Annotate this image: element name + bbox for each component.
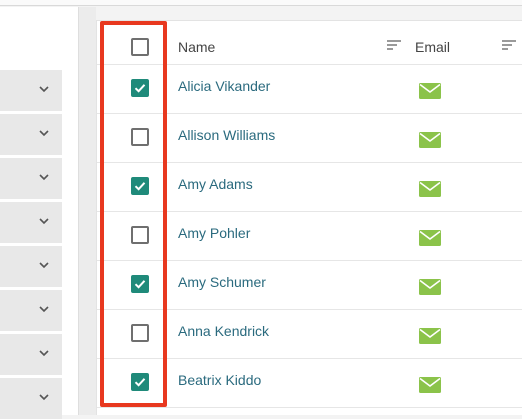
table-row[interactable]: Alicia Vikander: [97, 65, 522, 114]
contact-name-link[interactable]: Allison Williams: [178, 127, 275, 143]
chevron-down-icon: [39, 218, 49, 225]
mail-icon[interactable]: [419, 181, 441, 197]
table-row[interactable]: Amy Schumer: [97, 261, 522, 310]
chevron-down-icon: [39, 262, 49, 269]
table-row[interactable]: Beatrix Kiddo: [97, 359, 522, 408]
select-all-checkbox[interactable]: [131, 38, 149, 56]
row-checkbox[interactable]: [131, 177, 149, 195]
column-header-name[interactable]: Name: [178, 39, 215, 55]
row-checkbox[interactable]: [131, 373, 149, 391]
table-row[interactable]: Amy Adams: [97, 163, 522, 212]
chevron-down-icon: [39, 394, 49, 401]
contact-name-link[interactable]: Alicia Vikander: [178, 78, 270, 94]
check-icon: [134, 378, 146, 387]
contact-name-link[interactable]: Amy Adams: [178, 176, 253, 192]
mail-icon[interactable]: [419, 230, 441, 246]
table-header-row: Name Email: [97, 21, 522, 65]
contact-name-link[interactable]: Beatrix Kiddo: [178, 372, 261, 388]
filter-dropdown[interactable]: [0, 246, 62, 287]
contacts-table: Name Email Alicia Vikander Allison Willia…: [96, 20, 522, 415]
mail-icon[interactable]: [419, 83, 441, 99]
row-checkbox[interactable]: [131, 226, 149, 244]
filter-panel: [0, 7, 78, 419]
sort-icon[interactable]: [387, 40, 401, 50]
table-row[interactable]: Allison Williams: [97, 114, 522, 163]
filter-dropdown[interactable]: [0, 70, 62, 111]
filter-dropdown[interactable]: [0, 290, 62, 331]
filter-dropdown[interactable]: [0, 202, 62, 243]
row-checkbox[interactable]: [131, 79, 149, 97]
mail-icon[interactable]: [419, 132, 441, 148]
mail-icon[interactable]: [419, 377, 441, 393]
chevron-down-icon: [39, 130, 49, 137]
contact-name-link[interactable]: Anna Kendrick: [178, 323, 269, 339]
filter-dropdown[interactable]: [0, 158, 62, 199]
mail-icon[interactable]: [419, 279, 441, 295]
check-icon: [134, 182, 146, 191]
filter-dropdown[interactable]: [0, 378, 62, 419]
chevron-down-icon: [39, 174, 49, 181]
table-row[interactable]: Amy Pohler: [97, 212, 522, 261]
chevron-down-icon: [39, 86, 49, 93]
contact-name-link[interactable]: Amy Schumer: [178, 274, 266, 290]
row-checkbox[interactable]: [131, 324, 149, 342]
panel-divider[interactable]: [78, 7, 96, 415]
mail-icon[interactable]: [419, 328, 441, 344]
filter-dropdown[interactable]: [0, 334, 62, 375]
row-checkbox[interactable]: [131, 128, 149, 146]
table-row[interactable]: Anna Kendrick: [97, 310, 522, 359]
contact-name-link[interactable]: Amy Pohler: [178, 225, 250, 241]
sort-icon[interactable]: [502, 40, 516, 50]
column-header-email[interactable]: Email: [415, 39, 450, 55]
top-bar: [0, 0, 522, 6]
chevron-down-icon: [39, 306, 49, 313]
row-checkbox[interactable]: [131, 275, 149, 293]
chevron-down-icon: [39, 350, 49, 357]
filter-dropdown[interactable]: [0, 114, 62, 155]
check-icon: [134, 280, 146, 289]
check-icon: [134, 84, 146, 93]
